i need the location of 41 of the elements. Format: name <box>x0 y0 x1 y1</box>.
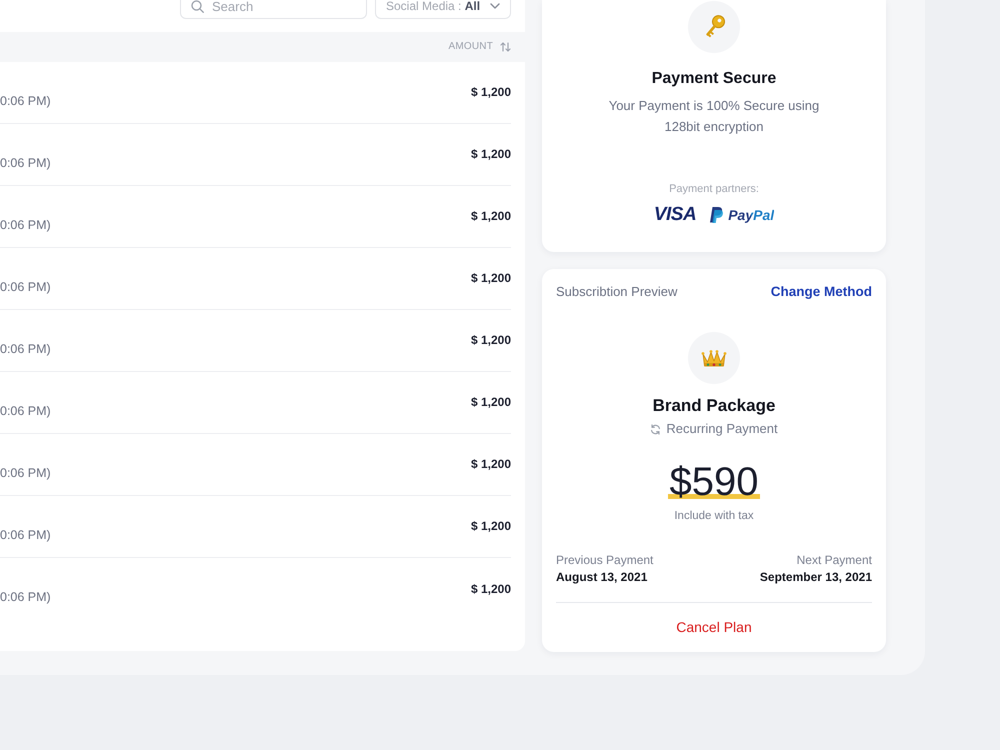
partners-label: Payment partners: <box>669 182 759 196</box>
amount-cell: $ 1,200 <box>470 271 511 286</box>
amount-cell: $ 1,200 <box>470 209 511 224</box>
table-cell: 0:06 PM) <box>0 154 51 170</box>
search-icon <box>191 0 204 13</box>
sort-icon[interactable] <box>500 42 511 52</box>
search-field[interactable]: Search <box>180 0 367 19</box>
amount-cell: $ 1,200 <box>470 147 511 162</box>
refresh-icon <box>650 424 662 434</box>
table-cell: 0:06 PM) <box>0 340 51 356</box>
amount-cell: $ 1,200 <box>470 582 511 596</box>
table-cell: 0:06 PM) <box>0 92 51 108</box>
chevron-down-icon <box>490 3 500 9</box>
crown-icon <box>688 332 740 384</box>
cancel-plan-button[interactable]: Cancel Plan <box>668 613 760 641</box>
plan-name: Brand Package <box>652 395 776 417</box>
table-cell: 0:06 PM) <box>0 589 51 605</box>
next-payment-label: Next Payment <box>796 552 872 569</box>
amount-cell: $ 1,200 <box>470 457 511 472</box>
amount-cell: $ 1,200 <box>470 395 511 410</box>
security-description: Your Payment is 100% Secure using 128bit encryption <box>608 97 820 136</box>
table-cell: 0:06 PM) <box>0 402 51 418</box>
paypal-mark-icon <box>710 207 724 223</box>
column-header: AMOUNT <box>448 41 493 53</box>
card-title: Payment Secure <box>652 69 776 89</box>
amount-cell: $ 1,200 <box>470 519 511 534</box>
table-cell: 0:06 PM) <box>0 526 51 542</box>
next-payment-date: September 13, 2021 <box>760 569 872 586</box>
card-heading: Subscribtion Preview <box>556 283 678 301</box>
previous-payment-date: August 13, 2021 <box>556 569 648 586</box>
amount-cell: $ 1,200 <box>470 333 511 348</box>
price-note: Include with tax <box>674 509 754 524</box>
filter-dropdown[interactable]: Social Media : All <box>375 0 511 19</box>
table-cell: 0:06 PM) <box>0 216 51 232</box>
amount-cell: $ 1,200 <box>470 85 511 100</box>
billing-type: Recurring Payment <box>666 420 778 438</box>
table-cell: 0:06 PM) <box>0 278 51 294</box>
change-method-link[interactable]: Change Method <box>770 283 872 301</box>
partner-logo: VISA <box>654 205 696 225</box>
previous-payment-label: Previous Payment <box>556 552 654 569</box>
table-cell: 0:06 PM) <box>0 464 51 480</box>
